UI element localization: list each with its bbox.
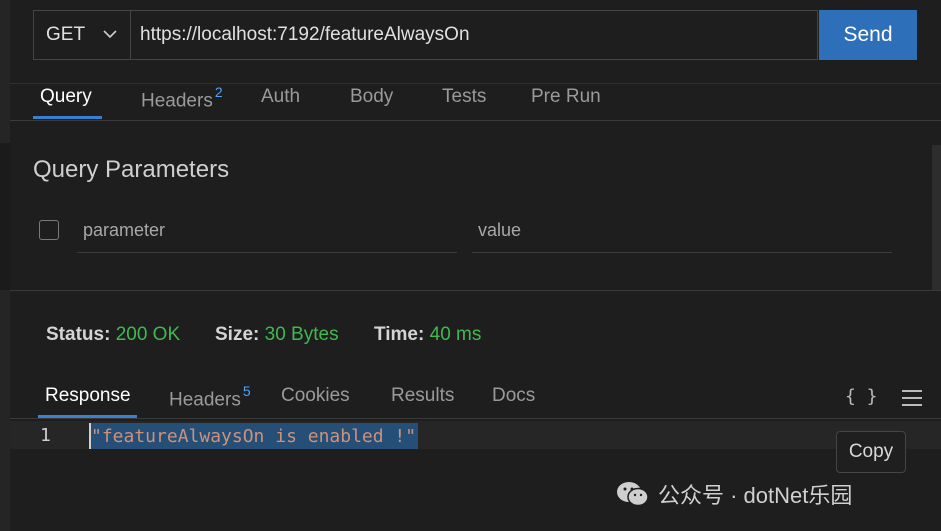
- divider: [10, 418, 941, 419]
- tab-auth-label: Auth: [261, 86, 301, 107]
- time-info: Time: 40 ms: [374, 324, 481, 346]
- method-select[interactable]: GET: [34, 11, 131, 59]
- method-label: GET: [46, 24, 86, 45]
- tab-headers-label: Headers: [141, 90, 213, 112]
- parameter-input[interactable]: parameter: [83, 220, 165, 241]
- left-panel-dark-segment: [0, 143, 10, 290]
- wechat-icon: [617, 482, 649, 507]
- active-tab-indicator: [33, 116, 102, 119]
- param-enable-checkbox[interactable]: [39, 220, 59, 240]
- size-label: Size:: [215, 324, 260, 345]
- tab-response-headers-label: Headers: [169, 389, 241, 411]
- query-parameters-title: Query Parameters: [33, 156, 230, 183]
- time-label: Time:: [374, 324, 425, 345]
- watermark: 公众号 · dotNet乐园: [616, 478, 852, 510]
- tab-results-label: Results: [391, 385, 455, 406]
- tab-response[interactable]: Response: [45, 385, 131, 407]
- parameter-input-underline: [77, 252, 457, 253]
- tab-cookies[interactable]: Cookies: [281, 385, 350, 407]
- tab-query-label: Query: [40, 86, 92, 107]
- headers-count-badge: 2: [214, 84, 223, 100]
- tab-headers[interactable]: Headers 2: [141, 84, 223, 112]
- tab-body[interactable]: Body: [350, 86, 393, 108]
- tab-response-headers[interactable]: Headers 5: [169, 383, 251, 411]
- divider: [10, 120, 941, 121]
- size-info: Size: 30 Bytes: [215, 324, 339, 346]
- tab-tests-label: Tests: [442, 86, 487, 107]
- request-bar: GET https://localhost:7192/featureAlways…: [33, 10, 818, 60]
- menu-icon[interactable]: [902, 390, 922, 411]
- tab-docs-label: Docs: [492, 385, 536, 406]
- url-input[interactable]: https://localhost:7192/featureAlwaysOn: [140, 11, 470, 59]
- size-value: 30 Bytes: [264, 324, 339, 345]
- tab-response-label: Response: [45, 385, 131, 406]
- chevron-down-icon: [103, 30, 117, 39]
- left-panel-strip: [0, 0, 10, 531]
- tab-results[interactable]: Results: [391, 385, 454, 407]
- tab-cookies-label: Cookies: [281, 385, 350, 406]
- tab-pre-run[interactable]: Pre Run: [531, 86, 601, 108]
- scrollbar[interactable]: [932, 145, 941, 290]
- copy-button[interactable]: Copy: [836, 431, 906, 473]
- value-input[interactable]: value: [478, 220, 521, 241]
- tab-pre-run-label: Pre Run: [531, 86, 601, 107]
- format-json-button[interactable]: { }: [845, 386, 878, 407]
- status-value: 200 OK: [115, 324, 181, 345]
- divider: [10, 83, 941, 84]
- status-label: Status:: [46, 324, 111, 345]
- tab-docs[interactable]: Docs: [492, 385, 535, 407]
- tab-body-label: Body: [350, 86, 394, 107]
- watermark-text: 公众号 · dotNet乐园: [658, 483, 853, 508]
- panel-divider: [10, 290, 941, 291]
- time-value: 40 ms: [429, 324, 482, 345]
- response-body-text[interactable]: "featureAlwaysOn is enabled !": [89, 423, 419, 449]
- line-number: 1: [40, 425, 51, 446]
- tab-query[interactable]: Query: [40, 86, 92, 108]
- response-headers-count-badge: 5: [242, 383, 251, 399]
- tab-tests[interactable]: Tests: [442, 86, 486, 108]
- tab-auth[interactable]: Auth: [261, 86, 300, 108]
- value-input-underline: [472, 252, 892, 253]
- send-button[interactable]: Send: [819, 10, 917, 60]
- status-info: Status: 200 OK: [46, 324, 180, 346]
